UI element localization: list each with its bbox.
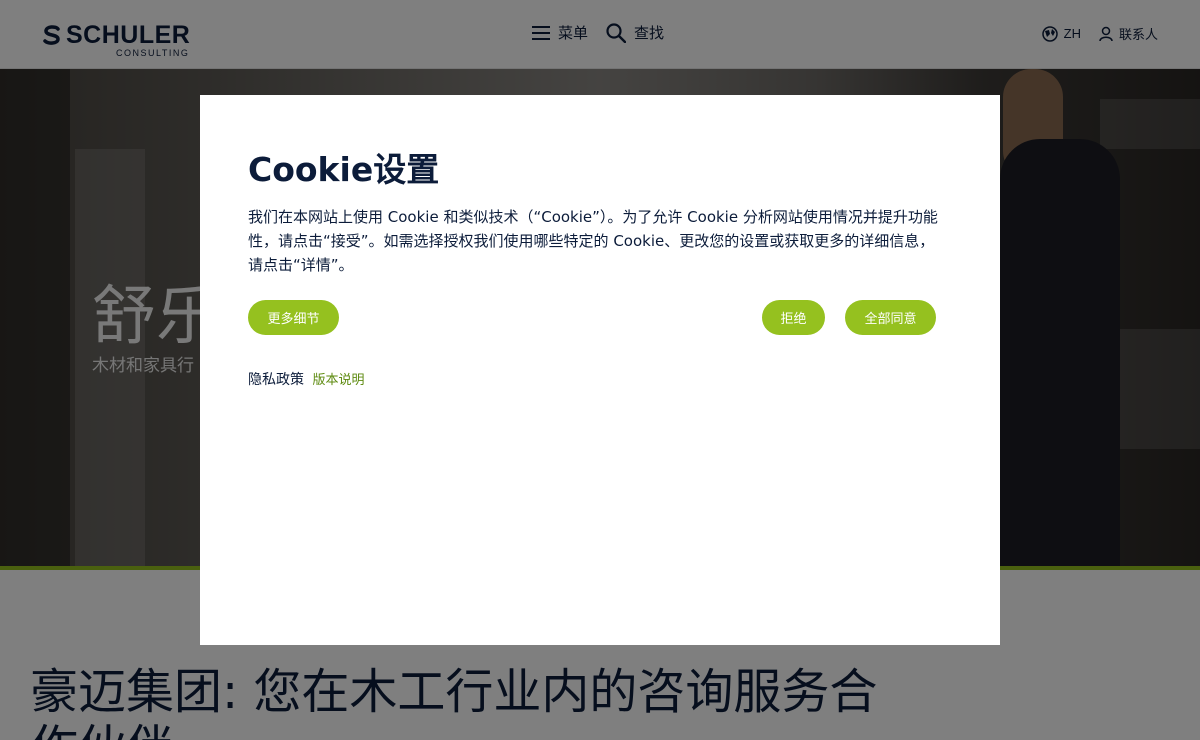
reject-button[interactable]: 拒绝 (762, 300, 825, 335)
imprint-link[interactable]: 版本说明 (312, 373, 364, 388)
accept-all-button[interactable]: 全部同意 (845, 300, 936, 335)
dialog-body-text: 我们在本网站上使用 Cookie 和类似技术（“Cookie”）。为了允许 Co… (248, 208, 938, 274)
dialog-links: 隐私政策 版本说明 (248, 369, 364, 389)
dialog-title: Cookie设置 (248, 150, 440, 189)
privacy-policy-link[interactable]: 隐私政策 (248, 372, 304, 388)
cookie-settings-dialog: Cookie设置 我们在本网站上使用 Cookie 和类似技术（“Cookie”… (200, 95, 1000, 645)
more-details-button[interactable]: 更多细节 (248, 300, 339, 335)
